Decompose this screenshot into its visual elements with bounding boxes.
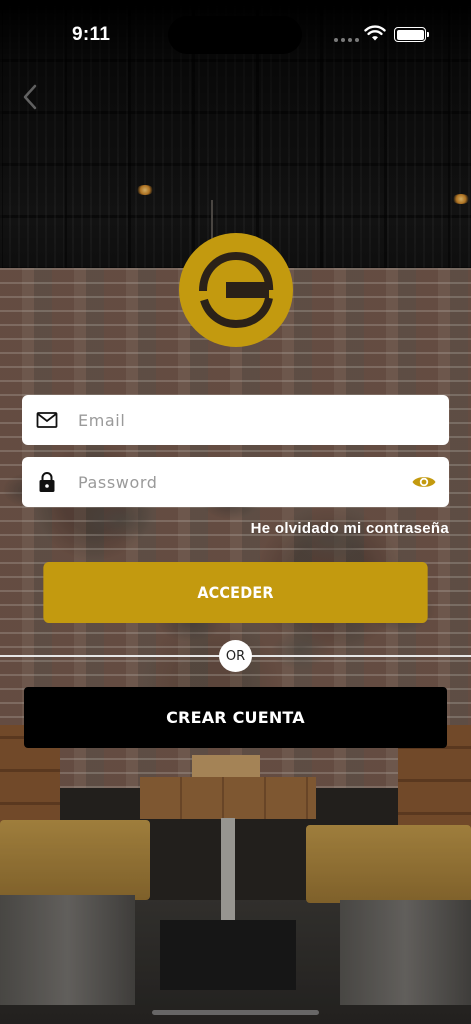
wifi-icon bbox=[364, 25, 386, 41]
login-button-label: ACCEDER bbox=[197, 583, 274, 602]
eye-icon[interactable] bbox=[411, 470, 437, 494]
email-field[interactable] bbox=[22, 395, 449, 445]
cellular-signal-icon bbox=[334, 38, 359, 42]
status-bar: 9:11 bbox=[0, 0, 471, 70]
brand-logo bbox=[179, 233, 293, 347]
email-input[interactable] bbox=[78, 395, 408, 445]
lock-icon bbox=[39, 472, 55, 492]
create-account-button[interactable]: CREAR CUENTA bbox=[24, 687, 447, 748]
background-photo bbox=[0, 0, 471, 1024]
divider-or: OR bbox=[219, 640, 252, 672]
login-button[interactable]: ACCEDER bbox=[43, 562, 428, 623]
camera-notch bbox=[168, 16, 302, 54]
password-field[interactable] bbox=[22, 457, 449, 507]
password-input[interactable] bbox=[78, 457, 408, 507]
home-indicator[interactable] bbox=[152, 1010, 319, 1015]
forgot-password-link[interactable]: He olvidado mi contraseña bbox=[251, 520, 449, 537]
envelope-icon bbox=[36, 412, 58, 428]
chevron-left-icon[interactable] bbox=[22, 84, 38, 110]
create-account-button-label: CREAR CUENTA bbox=[166, 708, 305, 727]
status-time: 9:11 bbox=[72, 24, 111, 45]
battery-icon bbox=[394, 27, 429, 42]
